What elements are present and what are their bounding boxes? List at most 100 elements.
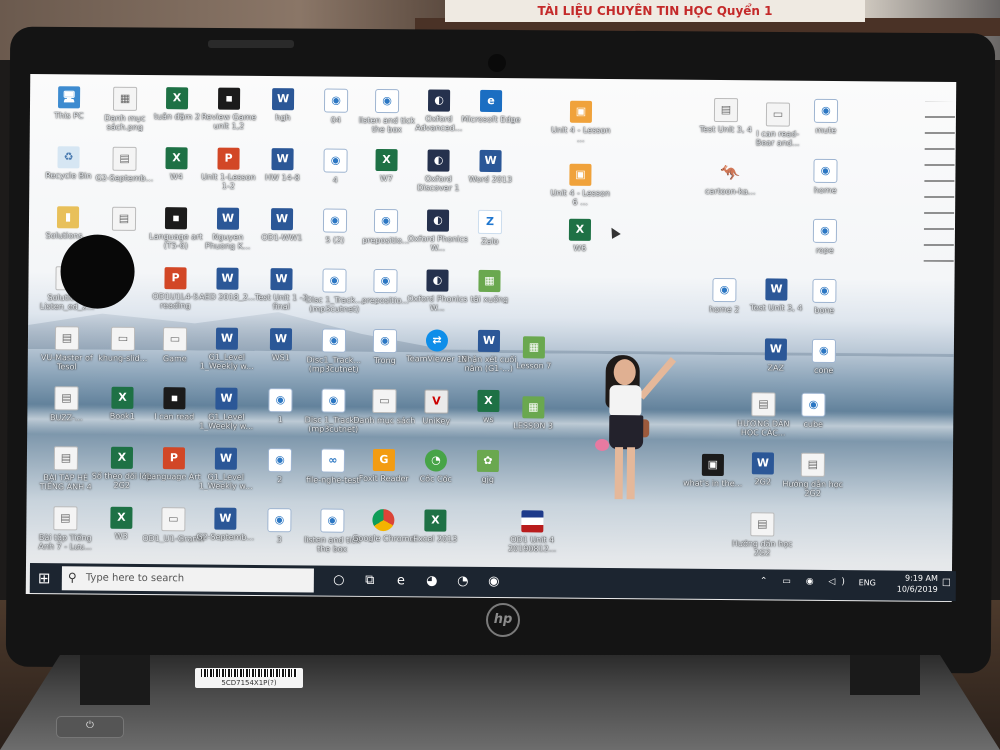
desktop-icon[interactable]: ◉ mute <box>795 98 857 136</box>
file-icon: ▤ <box>713 97 739 123</box>
desktop-icon[interactable]: W AED 2018_2... <box>196 267 258 302</box>
word-icon: W <box>477 329 501 353</box>
desktop-icon[interactable]: W G1_Level 1_Weekly w... <box>196 327 258 371</box>
desktop-icon-label: bone <box>814 305 835 315</box>
desktop-icon[interactable]: ▣ Unit 4 - Lesson ... <box>550 100 612 145</box>
desktop-icon-label: gjg <box>481 474 494 485</box>
desktop-icon[interactable]: ▤ Hướng dẫn học 2G2 <box>782 452 844 499</box>
app-icon: ✿ <box>476 449 500 473</box>
desktop-icon[interactable]: ▦ LESSON 3 <box>502 396 564 431</box>
media-icon: ◉ <box>320 508 345 533</box>
desktop-icon[interactable]: ✿ gjg <box>457 449 519 485</box>
app-taskbar-icon[interactable]: ◉ <box>485 573 503 591</box>
desktop-icon-label: AED 2018_2... <box>199 292 256 302</box>
word-icon: W <box>270 268 293 291</box>
edge-icon: e <box>479 89 503 113</box>
desktop-icon-label: home <box>813 185 837 196</box>
media-icon: ◉ <box>812 218 838 244</box>
media-icon: ◉ <box>372 328 398 354</box>
system-tray-icons[interactable]: ⌃ ▭ ◉ ◁) <box>760 576 851 587</box>
media-icon: ◉ <box>323 88 349 113</box>
desktop-icon[interactable]: X W6 <box>549 218 611 254</box>
desktop-icon[interactable]: ▦ tải xuống <box>458 269 520 305</box>
media-icon: ◉ <box>801 392 826 417</box>
desktop-icon[interactable]: 🖥 This PC <box>38 86 100 121</box>
desktop-icon-label: Nguyen Phuong K... <box>205 232 251 251</box>
desktop-icon[interactable]: ▪ Review Game unit 1,2 <box>198 87 260 131</box>
serial-sticker: 5CD7154X1P(?) <box>195 668 303 688</box>
media-icon: ◉ <box>323 148 348 173</box>
desktop-icon[interactable]: ◉ home <box>794 158 856 196</box>
desktop-icon-label: G1_Level 1_Weekly w... <box>199 352 254 371</box>
desktop-icon[interactable]: 🦘 cartoon-ka... <box>699 162 761 197</box>
desktop-icon[interactable]: ◉ cone <box>793 338 855 376</box>
clock-time[interactable]: 9:19 AM <box>905 574 938 583</box>
search-icon: ⚲ <box>67 570 77 585</box>
cortana-icon[interactable]: ○ <box>330 572 348 590</box>
file-icon: ▤ <box>751 392 776 417</box>
word-icon: W <box>214 447 238 470</box>
kangaroo-icon: 🦘 <box>720 162 741 183</box>
media-icon: ◉ <box>321 328 347 353</box>
word-icon: W <box>216 267 239 290</box>
clock-date[interactable]: 10/6/2019 <box>897 585 938 594</box>
desktop-icon-label: Hướng dẫn học 2G2 <box>731 539 793 558</box>
desktop-icon[interactable]: ▤ Hướng dẫn học 2G2 <box>731 512 793 558</box>
task-view-icon[interactable]: ⧉ <box>361 572 379 590</box>
desktop-icon-label: Unit 4 - Lesson ... <box>551 125 611 144</box>
word-icon: W <box>751 452 775 475</box>
search-placeholder: Type here to search <box>85 572 185 585</box>
coccoc-taskbar-icon[interactable]: ◔ <box>454 573 472 591</box>
photo-scene: TÀI LIỆU CHUYÊN TIN HỌC Quyển 1 🖥 This PC… <box>0 0 1000 750</box>
file-icon: ▭ <box>110 326 136 351</box>
desktop-icon[interactable]: ◉ cube <box>782 392 844 430</box>
desktop-icon[interactable]: ♻ Recycle Bin <box>37 146 99 181</box>
desktop-icon[interactable]: e Microsoft Edge <box>460 89 522 125</box>
desktop-icon[interactable]: W G1_Level 1_Weekly w... <box>195 387 257 431</box>
dark-icon: ▪ <box>164 207 188 230</box>
bezel-notch <box>208 40 294 48</box>
media-icon: ◉ <box>267 448 293 473</box>
file-icon: ▤ <box>53 506 78 531</box>
media-icon: ◉ <box>267 508 292 533</box>
teamviewer-icon: ⇄ <box>425 329 449 352</box>
folder-icon: ▮ <box>56 206 80 229</box>
file-icon: ▤ <box>750 512 775 537</box>
foxit-icon: G <box>372 448 396 472</box>
scratch-icon: ▣ <box>569 163 592 186</box>
notification-icon[interactable]: ☐ <box>942 578 954 590</box>
word-icon: W <box>216 207 240 230</box>
desktop-icon[interactable]: W Word 2013 <box>459 149 521 185</box>
desktop-icon[interactable]: ◉ bone <box>793 278 855 316</box>
edge-taskbar-icon[interactable]: e <box>392 572 410 590</box>
desktop-icon[interactable]: ▤ Bài tập Tiếng Anh 7 - Lưu... <box>34 506 96 552</box>
flag-icon <box>521 510 544 533</box>
desktop-icon[interactable]: ▦ Lesson 7 <box>503 336 565 371</box>
desktop-icon[interactable]: W Nguyen Phuong K... <box>197 207 259 251</box>
desktop-icon[interactable]: ▤ BÀI TẬP HÈ TIẾNG ANH 4 <box>35 446 97 492</box>
desktop-icon[interactable]: W G1_Level 1_Weekly w... <box>195 447 257 491</box>
language-indicator[interactable]: ENG <box>859 578 876 587</box>
ppt-icon: P <box>162 447 186 470</box>
desktop-icon[interactable]: P Unit 1-Lesson 1-2 <box>197 147 259 191</box>
file-icon: ▭ <box>162 327 188 352</box>
file-icon: ▤ <box>54 326 80 351</box>
laptop-screen: 🖥 This PC ▦ Danh mục sách.png Xtuần đặm 2 ▪ Re… <box>25 73 957 603</box>
desktop-icon[interactable]: X Excel 2013 <box>404 509 466 544</box>
desktop-icon[interactable]: Z Zalo <box>459 209 521 247</box>
word-icon: W <box>765 278 788 301</box>
desktop-icon[interactable]: ◉ rope <box>794 218 856 256</box>
desktop-icon-label: cube <box>803 419 824 429</box>
word-icon: W <box>269 328 293 351</box>
chrome-taskbar-icon[interactable]: ◕ <box>423 572 441 590</box>
desktop-icon[interactable]: ▤ BUZZ-... <box>35 386 97 423</box>
desktop-icon[interactable]: OD1 Unit 4 20190812... <box>501 510 563 554</box>
taskbar-search-box[interactable]: ⚲ Type here to search <box>61 566 314 593</box>
desktop-icon-label: mute <box>815 125 837 136</box>
word-icon: W <box>215 387 238 410</box>
desktop-icon-label: Unit 1-Lesson 1-2 <box>201 172 256 191</box>
desktop-icon[interactable]: ▣ Unit 4 - Lesson 6 ... <box>549 163 611 208</box>
desktop-icon[interactable]: ▤ VU-Master of Tesol <box>36 326 98 372</box>
start-button[interactable]: ⊞ <box>38 569 56 587</box>
desktop-icon[interactable]: W G2-Septemb... <box>194 507 256 542</box>
